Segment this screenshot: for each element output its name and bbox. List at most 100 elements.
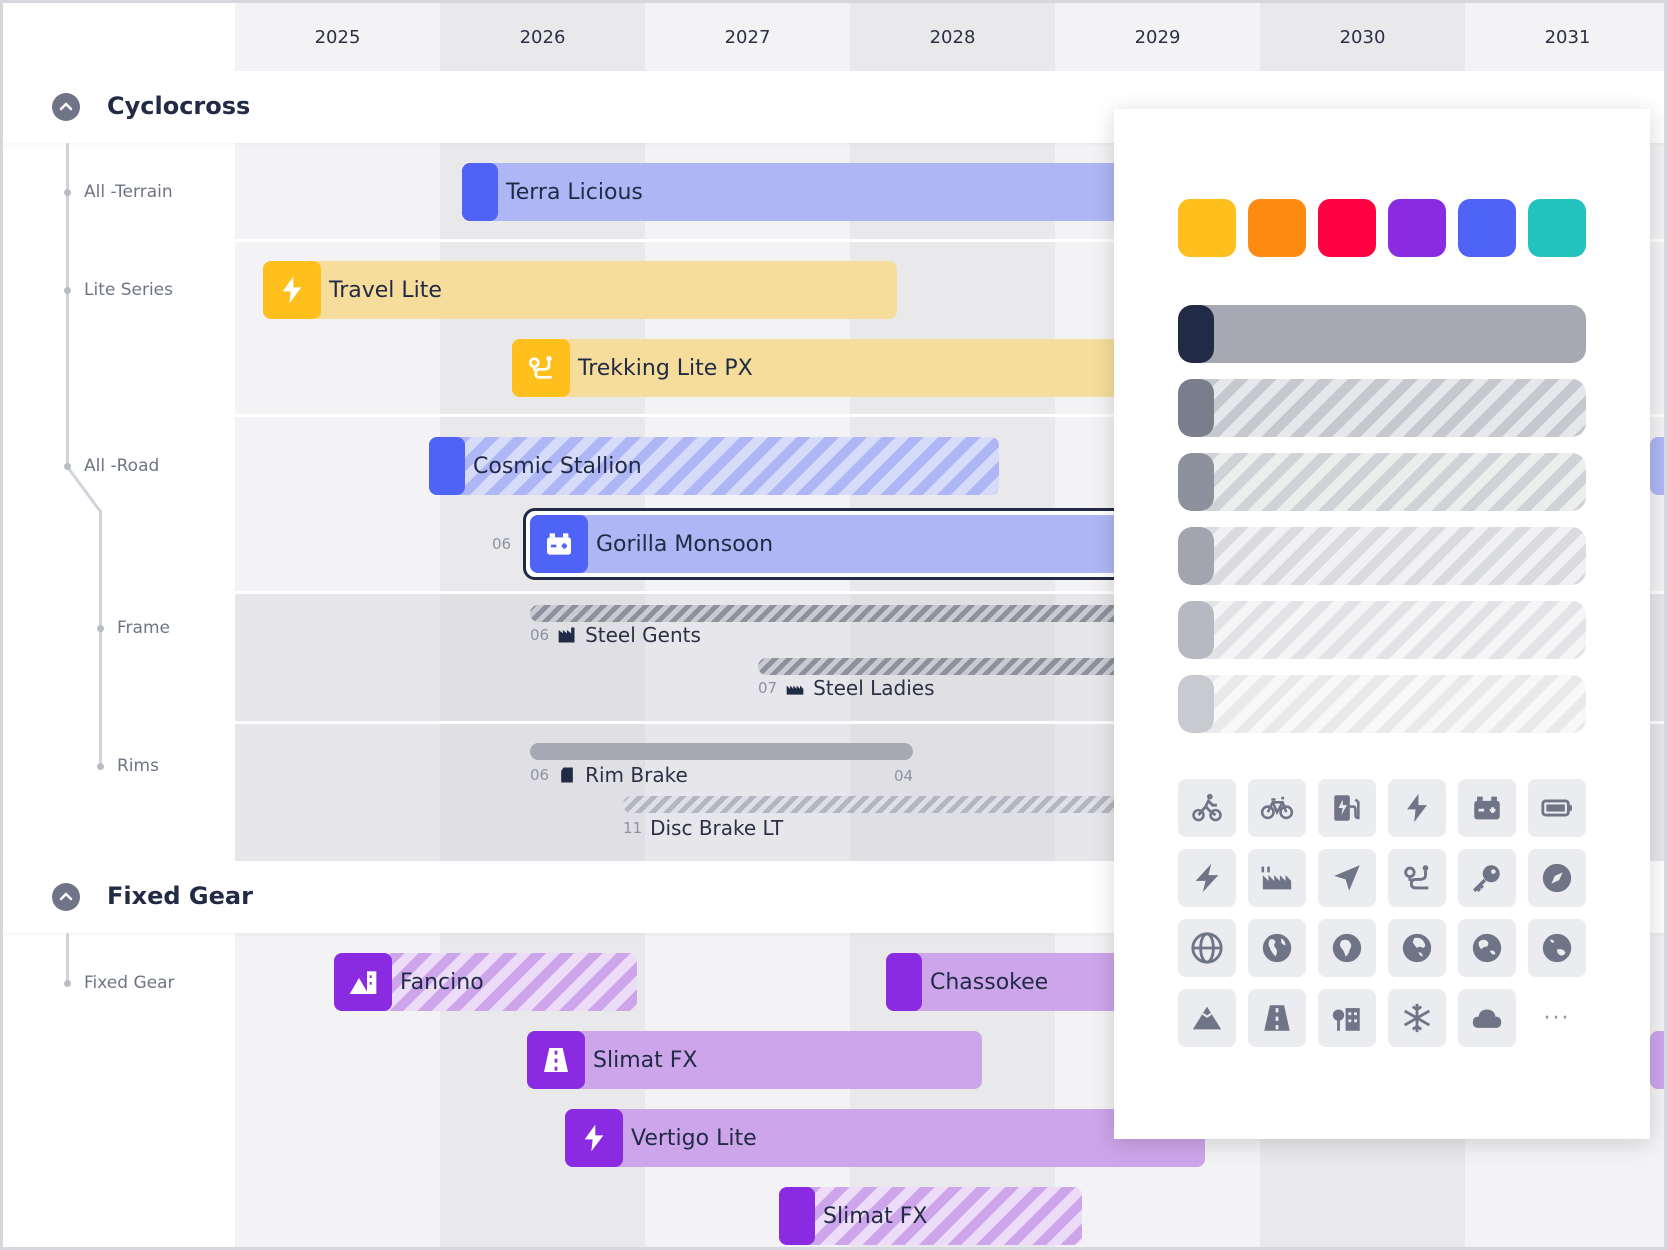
bar-label: Slimat FX xyxy=(593,1047,698,1073)
mountain-icon[interactable] xyxy=(1178,989,1236,1047)
route-icon xyxy=(512,339,570,397)
color-swatch-blue[interactable] xyxy=(1458,199,1516,257)
factory-row-icon xyxy=(786,685,804,695)
style-cap xyxy=(1178,601,1214,659)
battery-plus-icon xyxy=(530,515,588,573)
bike-rider-icon[interactable] xyxy=(1178,779,1236,837)
bar-label: Gorilla Monsoon xyxy=(596,531,774,557)
tree-line xyxy=(99,510,102,768)
earth-asia-icon[interactable] xyxy=(1388,919,1446,977)
road-icon xyxy=(527,1031,585,1089)
bar-gorilla-monsoon-selected[interactable]: Gorilla Monsoon xyxy=(523,508,1163,580)
style-option-solid[interactable] xyxy=(1178,305,1586,363)
bar-fragment xyxy=(1650,437,1664,495)
bar-label: Vertigo Lite xyxy=(631,1125,757,1151)
component-label: Steel Ladies xyxy=(813,676,935,700)
ev-charger-icon[interactable] xyxy=(1318,779,1376,837)
start-month: 07 xyxy=(758,679,778,697)
road-icon[interactable] xyxy=(1248,989,1306,1047)
earth-europe-icon[interactable] xyxy=(1458,919,1516,977)
bicycle-icon[interactable] xyxy=(1248,779,1306,837)
snowflake-icon[interactable] xyxy=(1388,989,1446,1047)
year-2031: 2031 xyxy=(1544,26,1591,48)
color-swatch-yellow[interactable] xyxy=(1178,199,1236,257)
bar-label: Trekking Lite PX xyxy=(578,355,753,381)
style-option-hatch-2[interactable] xyxy=(1178,453,1586,511)
row-label-rims: Rims xyxy=(117,756,159,776)
component-label: Rim Brake xyxy=(585,763,688,787)
bar-slimat-fx-2[interactable]: Slimat FX xyxy=(779,1187,1082,1245)
start-month: 06 xyxy=(530,626,550,644)
earth-americas-icon[interactable] xyxy=(1248,919,1306,977)
factory-icon[interactable] xyxy=(1248,849,1306,907)
year-2027: 2027 xyxy=(724,26,771,48)
start-month: 06 xyxy=(492,535,512,553)
bar-label: Chassokee xyxy=(930,969,1049,995)
component-label: Steel Gents xyxy=(585,623,701,647)
year-2028: 2028 xyxy=(929,26,976,48)
style-cap xyxy=(1178,379,1214,437)
bar-disc-brake-lt[interactable] xyxy=(623,796,1168,813)
bar-steel-ladies[interactable] xyxy=(758,658,1168,675)
bolt-icon[interactable] xyxy=(1178,849,1236,907)
row-label-lite-series: Lite Series xyxy=(84,280,174,300)
color-swatch-teal[interactable] xyxy=(1528,199,1586,257)
more-icons-button[interactable]: ··· xyxy=(1528,989,1586,1047)
start-month: 11 xyxy=(623,819,643,837)
mountain-city-icon xyxy=(334,953,392,1011)
color-swatch-purple[interactable] xyxy=(1388,199,1446,257)
bar-cosmic-stallion[interactable]: Cosmic Stallion xyxy=(429,437,999,495)
color-swatch-red[interactable] xyxy=(1318,199,1376,257)
earth-africa-icon[interactable] xyxy=(1318,919,1376,977)
label-steel-ladies: 07 Steel Ladies xyxy=(758,676,935,700)
style-option-hatch-4[interactable] xyxy=(1178,601,1586,659)
style-cap xyxy=(1178,305,1214,363)
chevron-up-icon xyxy=(59,892,73,901)
route-icon[interactable] xyxy=(1388,849,1446,907)
navigation-arrow-icon[interactable] xyxy=(1318,849,1376,907)
bar-trekking-lite-px[interactable]: Trekking Lite PX xyxy=(512,339,1162,397)
year-header: 2025 2026 2027 2028 2029 2030 2031 xyxy=(3,3,1664,71)
bar-label: Slimat FX xyxy=(823,1203,928,1229)
bar-travel-lite[interactable]: Travel Lite xyxy=(263,261,897,319)
tree-dot xyxy=(97,625,104,632)
end-month: 04 xyxy=(894,767,914,785)
lightning-icon xyxy=(263,261,321,319)
label-disc-brake-lt: 11 Disc Brake LT xyxy=(623,816,783,840)
battery-plus-icon[interactable] xyxy=(1458,779,1516,837)
bar-fancino[interactable]: Fancino xyxy=(334,953,637,1011)
bar-label: Terra Licious xyxy=(506,179,643,205)
style-option-hatch-1[interactable] xyxy=(1178,379,1586,437)
style-option-hatch-3[interactable] xyxy=(1178,527,1586,585)
year-2025: 2025 xyxy=(314,26,361,48)
bar-steel-gents[interactable] xyxy=(530,605,1170,622)
bar-terra-licious[interactable]: Terra Licious xyxy=(462,163,1162,221)
collapse-cyclocross-button[interactable] xyxy=(52,93,80,121)
timeline-window: 2025 2026 2027 2028 2029 2030 2031 Cyclo… xyxy=(0,0,1667,1250)
lightning-icon[interactable] xyxy=(1388,779,1446,837)
bar-rim-brake[interactable] xyxy=(530,743,913,760)
label-steel-gents: 06 Steel Gents xyxy=(530,623,701,647)
color-swatch-orange[interactable] xyxy=(1248,199,1306,257)
tree-dot xyxy=(64,463,71,470)
group-title: Fixed Gear xyxy=(107,882,253,910)
collapse-fixed-gear-button[interactable] xyxy=(52,883,80,911)
year-2026: 2026 xyxy=(519,26,566,48)
battery-icon[interactable] xyxy=(1528,779,1586,837)
bar-cap xyxy=(779,1187,815,1245)
brake-icon xyxy=(561,767,573,783)
city-icon[interactable] xyxy=(1318,989,1376,1047)
start-month: 06 xyxy=(530,766,550,784)
earth-oceania-icon[interactable] xyxy=(1528,919,1586,977)
bar-label: Cosmic Stallion xyxy=(473,453,642,479)
style-cap xyxy=(1178,675,1214,733)
globe-icon[interactable] xyxy=(1178,919,1236,977)
bar-vertigo-lite[interactable]: Vertigo Lite xyxy=(565,1109,1205,1167)
compass-icon[interactable] xyxy=(1528,849,1586,907)
style-cap xyxy=(1178,453,1214,511)
bar-slimat-fx[interactable]: Slimat FX xyxy=(527,1031,982,1089)
style-option-hatch-5[interactable] xyxy=(1178,675,1586,733)
cloud-icon[interactable] xyxy=(1458,989,1516,1047)
key-icon[interactable] xyxy=(1458,849,1516,907)
bar-cap xyxy=(886,953,922,1011)
